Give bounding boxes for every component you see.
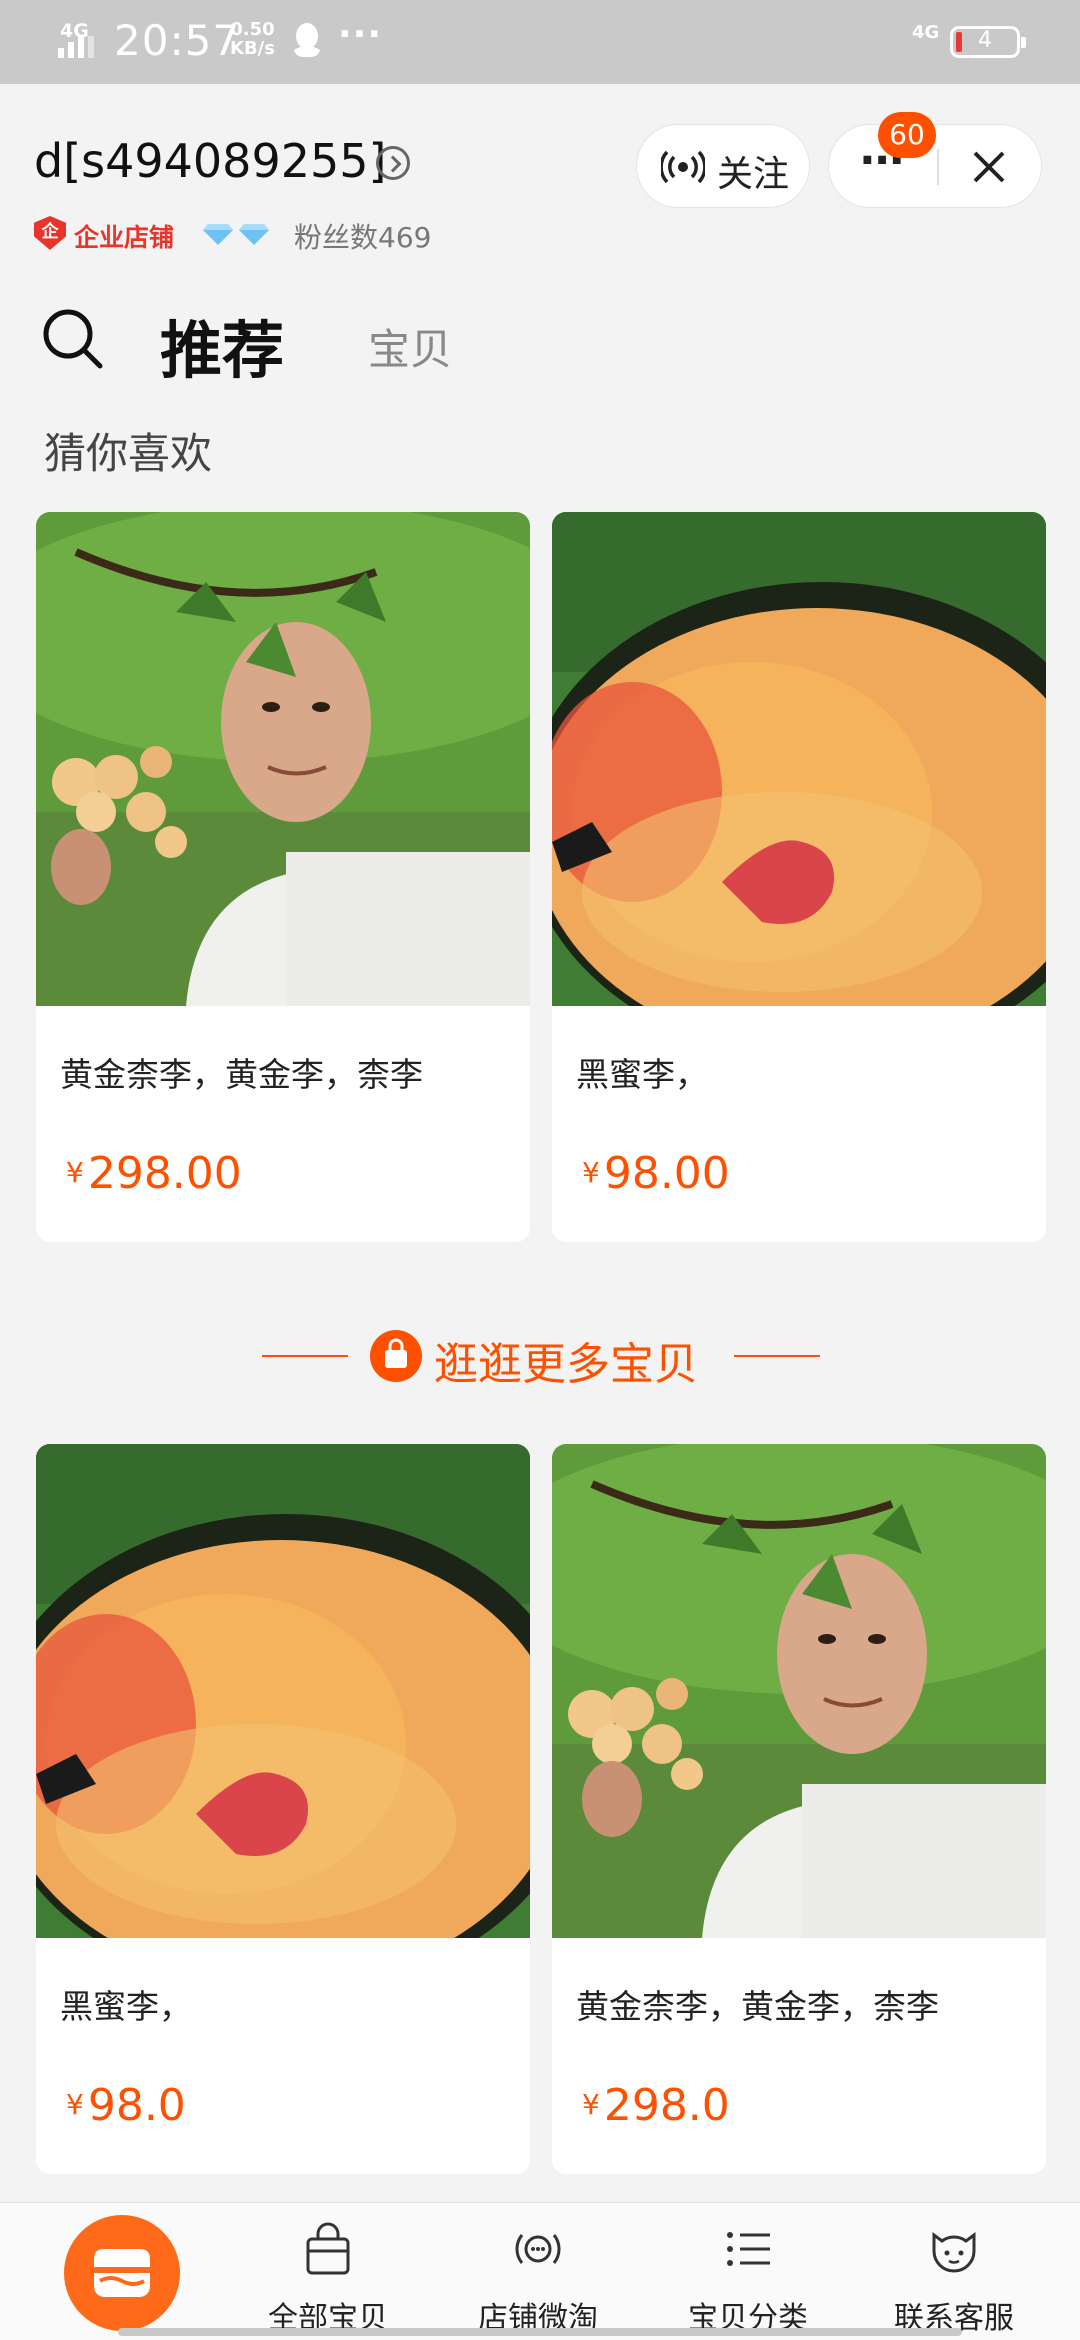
product-price: ¥298.0 bbox=[582, 2080, 730, 2131]
signal-icon: 4G bbox=[58, 20, 100, 60]
product-card[interactable]: 黑蜜李， ¥98.0 bbox=[36, 1444, 530, 2174]
shop-tabs: 推荐 宝贝 bbox=[0, 284, 1080, 394]
fans-count: 粉丝数469 bbox=[294, 221, 432, 254]
product-image bbox=[552, 512, 1046, 1006]
tab-recommended[interactable]: 推荐 bbox=[160, 300, 284, 390]
customer-service-icon bbox=[932, 2232, 976, 2273]
price-amount: 298.0 bbox=[603, 2080, 730, 2131]
network-type: 4G bbox=[60, 20, 89, 42]
shop-header: d[s494089255] 企 企业店铺 粉丝数469 关注 ··· 60 推荐… bbox=[0, 84, 1080, 394]
currency-symbol: ¥ bbox=[582, 2088, 600, 2121]
product-title: 黑蜜李， bbox=[60, 1987, 192, 2026]
follow-button[interactable]: 关注 bbox=[636, 124, 810, 208]
clock: 20:57 bbox=[114, 16, 241, 65]
product-card[interactable]: 黄金柰李，黄金李，柰李 ¥298.0 bbox=[552, 1444, 1046, 2174]
price-amount: 298.00 bbox=[87, 1148, 242, 1199]
gesture-bar[interactable] bbox=[118, 2328, 962, 2336]
divider bbox=[937, 149, 939, 185]
network-speed: 0.50 KB/s bbox=[230, 20, 275, 58]
list-icon bbox=[727, 2232, 770, 2266]
divider-line bbox=[734, 1355, 820, 1357]
product-image bbox=[552, 1444, 1046, 1938]
product-card[interactable]: 黄金柰李，黄金李，柰李 ¥298.00 bbox=[36, 512, 530, 1242]
divider-line bbox=[262, 1355, 348, 1357]
more-products-divider[interactable]: 逛逛更多宝贝 bbox=[0, 1320, 1080, 1390]
nav-shop-feed[interactable]: 店铺微淘 bbox=[448, 2213, 628, 2340]
broadcast-icon bbox=[515, 2234, 561, 2264]
product-price: ¥298.00 bbox=[66, 1148, 242, 1199]
shop-name[interactable]: d[s494089255] bbox=[34, 134, 386, 188]
follow-label: 关注 bbox=[717, 154, 790, 195]
product-price: ¥98.0 bbox=[66, 2080, 186, 2131]
nav-customer-service[interactable]: 联系客服 bbox=[864, 2213, 1044, 2340]
shopping-bag-icon bbox=[306, 2222, 350, 2275]
product-title: 黄金柰李，黄金李，柰李 bbox=[60, 1055, 423, 1094]
battery-level: 4 bbox=[978, 28, 992, 53]
qq-icon bbox=[294, 23, 320, 58]
nav-all-items[interactable]: 全部宝贝 bbox=[238, 2213, 418, 2340]
diamond-icon bbox=[203, 224, 233, 245]
chevron-right-icon[interactable] bbox=[376, 146, 410, 180]
price-amount: 98.00 bbox=[603, 1148, 730, 1199]
close-icon[interactable] bbox=[969, 147, 1009, 187]
network-type-right: 4G bbox=[912, 22, 940, 43]
shop-home-icon bbox=[94, 2249, 150, 2297]
enterprise-label: 企业店铺 bbox=[74, 223, 175, 252]
diamond-icon bbox=[239, 224, 269, 245]
tab-items[interactable]: 宝贝 bbox=[368, 316, 452, 377]
section-title: 猜你喜欢 bbox=[44, 429, 213, 478]
price-amount: 98.0 bbox=[87, 2080, 186, 2131]
broadcast-icon bbox=[661, 150, 705, 184]
shop-home-button[interactable] bbox=[64, 2215, 180, 2331]
status-bar: 4G 20:57 0.50 KB/s ··· 4G 4 bbox=[0, 0, 1080, 84]
product-image bbox=[36, 1444, 530, 1938]
nav-categories[interactable]: 宝贝分类 bbox=[658, 2213, 838, 2340]
currency-symbol: ¥ bbox=[66, 2088, 84, 2121]
notification-badge: 60 bbox=[878, 112, 936, 158]
product-title: 黑蜜李， bbox=[576, 1055, 708, 1094]
currency-symbol: ¥ bbox=[582, 1156, 600, 1189]
search-icon[interactable] bbox=[40, 306, 104, 370]
product-card[interactable]: 黑蜜李， ¥98.00 bbox=[552, 512, 1046, 1242]
speed-unit: KB/s bbox=[230, 38, 275, 59]
battery-icon: 4 bbox=[950, 26, 1026, 58]
more-products-label: 逛逛更多宝贝 bbox=[434, 1339, 698, 1390]
notification-overflow: ··· bbox=[338, 14, 383, 55]
speed-value: 0.50 bbox=[230, 19, 275, 40]
product-title: 黄金柰李，黄金李，柰李 bbox=[576, 1987, 939, 2026]
currency-symbol: ¥ bbox=[66, 1156, 84, 1189]
enterprise-shield-icon: 企 bbox=[34, 216, 66, 250]
product-image bbox=[36, 512, 530, 1006]
shopping-bag-icon bbox=[370, 1330, 422, 1382]
bottom-nav: 全部宝贝 店铺微淘 宝贝分类 联系客服 bbox=[0, 2202, 1080, 2340]
product-price: ¥98.00 bbox=[582, 1148, 730, 1199]
